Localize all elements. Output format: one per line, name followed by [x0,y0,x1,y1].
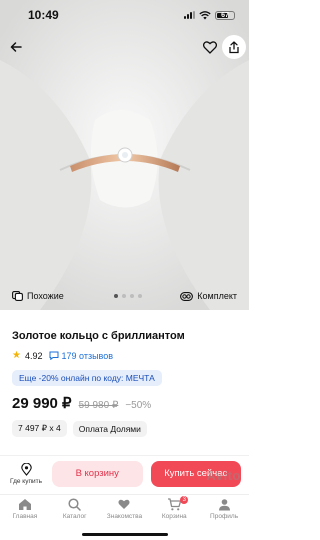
search-icon [68,498,81,511]
tab-label: Знакомства [106,513,143,520]
where-to-buy-button[interactable]: Где купить [8,462,44,485]
pagination-dot [114,294,118,298]
installment-label: Оплата Долями [72,420,147,437]
price-row: 29 990 ₽ 59 980 ₽ −50% [12,394,237,412]
tab-home[interactable]: Главная [1,498,49,540]
tab-label: Главная [12,513,38,520]
status-icons: 67 [184,10,235,20]
set-button[interactable]: Комплект [180,288,237,304]
product-title: Золотое кольцо с бриллиантом [12,330,185,342]
where-to-buy-label: Где купить [10,477,42,485]
back-button[interactable] [5,36,27,58]
add-to-cart-button[interactable]: В корзину [52,460,143,487]
reviews-count: 179 отзывов [61,350,114,361]
heart-icon [203,40,217,54]
promo-badge[interactable]: Еще -20% онлайн по коду: МЕЧТА [12,370,162,386]
home-icon [18,499,31,510]
similar-icon [12,291,23,301]
reviews-link[interactable]: 179 отзывов [49,350,114,361]
share-icon [229,40,239,53]
star-icon: ★ [12,350,21,361]
old-price: 59 980 ₽ [78,400,119,411]
similar-button[interactable]: Похожие [12,288,64,304]
comment-icon [49,351,58,360]
home-indicator [82,533,168,536]
pagination-dot [130,294,134,298]
favorite-button[interactable] [199,36,221,58]
image-pagination [114,294,142,298]
set-label: Комплект [197,291,237,301]
action-bar: Где купить В корзину Купить сейчас [0,455,249,491]
back-arrow-icon [10,42,22,52]
buy-now-button[interactable]: Купить сейчас [150,460,241,487]
tab-profile[interactable]: Профиль [200,498,248,540]
heart-hand-icon [118,499,131,509]
status-bar: 10:49 67 [0,0,249,30]
current-price: 29 990 ₽ [12,395,72,412]
signal-icon [184,11,195,19]
wifi-icon [199,10,211,19]
battery-level: 67 [221,11,229,19]
rating-value: 4.92 [24,350,43,361]
tab-label: Профиль [210,513,239,520]
discount-percent: −50% [125,400,152,411]
pagination-dot [138,294,142,298]
cart-badge: 3 [180,496,189,504]
product-info: Золотое кольцо с бриллиантом ★ 4.92 179 … [0,318,249,437]
battery-icon: 67 [215,10,235,20]
pagination-dot [122,294,126,298]
installment-row[interactable]: 7 497 ₽ x 4 Оплата Долями [12,420,237,437]
profile-icon [218,499,230,511]
share-button[interactable] [222,35,246,59]
location-pin-icon [20,462,32,476]
rating-row: ★ 4.92 179 отзывов [12,350,237,361]
installment-amount: 7 497 ₽ x 4 [12,420,67,437]
similar-label: Похожие [27,291,64,301]
tab-label: Корзина [161,513,187,520]
set-icon [180,291,194,301]
tab-label: Каталог [62,513,87,520]
status-time: 10:49 [28,8,59,22]
